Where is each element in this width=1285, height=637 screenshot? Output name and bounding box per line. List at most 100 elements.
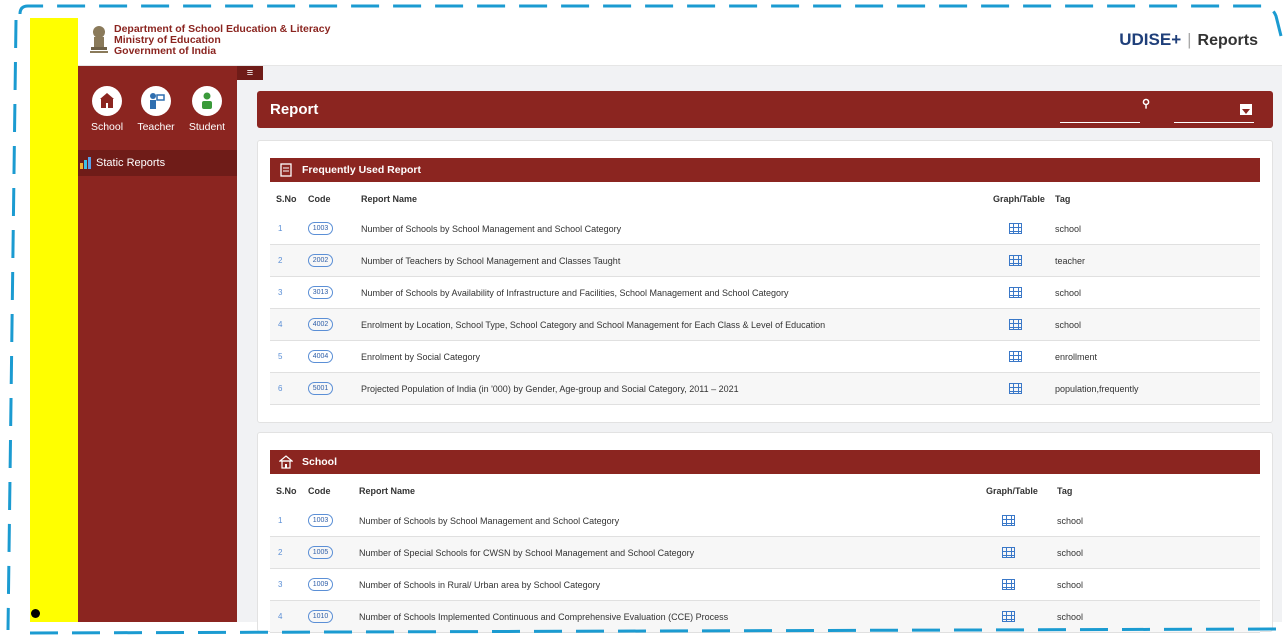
- row-sno: 1: [278, 224, 283, 233]
- report-name-link[interactable]: Number of Teachers by School Management …: [361, 256, 620, 266]
- col-sno: S.No: [276, 194, 297, 204]
- row-tag: school: [1057, 516, 1084, 526]
- col-tag: Tag: [1057, 486, 1073, 496]
- report-name-link[interactable]: Enrolment by Social Category: [361, 352, 480, 362]
- col-tag: Tag: [1055, 194, 1071, 204]
- row-sno: 1: [278, 516, 283, 525]
- report-name-link[interactable]: Number of Schools Implemented Continuous…: [359, 612, 728, 622]
- row-tag: population,frequently: [1055, 384, 1139, 394]
- frequent-report-card: Frequently Used Report S.No Code Report …: [257, 140, 1273, 423]
- col-code: Code: [308, 486, 331, 496]
- row-tag: school: [1055, 224, 1082, 234]
- row-sno: 2: [278, 256, 283, 265]
- teacher-icon: [141, 86, 171, 116]
- table-view-icon[interactable]: [1002, 611, 1015, 622]
- row-sno: 4: [278, 320, 283, 329]
- col-name: Report Name: [359, 486, 416, 496]
- school-card-title: School: [270, 450, 1260, 474]
- student-icon: [192, 86, 222, 116]
- col-sno: S.No: [276, 486, 297, 496]
- table-view-icon[interactable]: [1009, 319, 1022, 330]
- table-row[interactable]: 4 4002 Enrolment by Location, School Type,…: [270, 309, 1260, 341]
- report-code-badge[interactable]: 1003: [308, 514, 333, 527]
- table-view-icon[interactable]: [1009, 255, 1022, 266]
- hamburger-icon[interactable]: ≡: [237, 66, 263, 80]
- table-view-icon[interactable]: [1002, 579, 1015, 590]
- sidebar-category-school[interactable]: School: [82, 86, 132, 133]
- brand-name: UDISE+: [1119, 30, 1182, 49]
- search-input[interactable]: ⚲: [1060, 97, 1152, 123]
- table-header: S.No Code Report Name Graph/Table Tag: [270, 479, 1260, 503]
- report-name-link[interactable]: Number of Schools in Rural/ Urban area b…: [359, 580, 600, 590]
- row-tag: school: [1057, 612, 1084, 622]
- report-name-link[interactable]: Projected Population of India (in '000) …: [361, 384, 739, 394]
- col-graph: Graph/Table: [993, 194, 1045, 204]
- report-code-badge[interactable]: 1005: [308, 546, 333, 559]
- table-row[interactable]: 1 1003 Number of Schools by School Managem…: [270, 213, 1260, 245]
- row-tag: school: [1055, 288, 1082, 298]
- report-code-badge[interactable]: 5001: [308, 382, 333, 395]
- report-code-badge[interactable]: 2002: [308, 254, 333, 267]
- page-title: Report: [270, 101, 319, 118]
- report-code-badge[interactable]: 1003: [308, 222, 333, 235]
- national-emblem-icon: [90, 26, 108, 53]
- row-sno: 3: [278, 288, 283, 297]
- report-header-bar: Report ⚲: [257, 91, 1273, 128]
- row-tag: enrollment: [1055, 352, 1098, 362]
- row-sno: 2: [278, 548, 283, 557]
- col-code: Code: [308, 194, 331, 204]
- search-icon[interactable]: ⚲: [1142, 97, 1150, 110]
- sidebar-category-teacher[interactable]: Teacher: [131, 86, 181, 133]
- report-name-link[interactable]: Number of Schools by School Management a…: [361, 224, 621, 234]
- table-view-icon[interactable]: [1009, 223, 1022, 234]
- card-title-text: Frequently Used Report: [302, 164, 422, 176]
- table-header: S.No Code Report Name Graph/Table Tag: [270, 187, 1260, 211]
- table-row[interactable]: 3 3013 Number of Schools by Availability o…: [270, 277, 1260, 309]
- row-tag: school: [1057, 580, 1084, 590]
- table-view-icon[interactable]: [1002, 547, 1015, 558]
- table-view-icon[interactable]: [1009, 383, 1022, 394]
- school-icon: [279, 455, 293, 469]
- row-sno: 6: [278, 384, 283, 393]
- brand-logo[interactable]: UDISE+ | Reports: [1119, 30, 1258, 50]
- document-icon: [280, 163, 292, 177]
- table-row[interactable]: 3 1009 Number of Schools in Rural/ Urban a…: [270, 569, 1260, 601]
- report-code-badge[interactable]: 3013: [308, 286, 333, 299]
- card-title-text: School: [302, 456, 338, 468]
- cursor-dot: [31, 609, 40, 618]
- report-code-badge[interactable]: 4004: [308, 350, 333, 363]
- filter-select[interactable]: [1174, 97, 1258, 123]
- sidebar-item-static-reports[interactable]: Static Reports: [78, 150, 237, 176]
- yellow-strip: [30, 18, 78, 622]
- school-report-card: School S.No Code Report Name Graph/Table…: [257, 432, 1273, 633]
- school-icon: [92, 86, 122, 116]
- report-code-badge[interactable]: 4002: [308, 318, 333, 331]
- table-row[interactable]: 6 5001 Projected Population of India (in '…: [270, 373, 1260, 405]
- report-code-badge[interactable]: 1010: [308, 610, 333, 623]
- report-name-link[interactable]: Number of Special Schools for CWSN by Sc…: [359, 548, 694, 558]
- table-row[interactable]: 5 4004 Enrolment by Social Category enrollm…: [270, 341, 1260, 373]
- table-row[interactable]: 1 1003 Number of Schools by School Managem…: [270, 505, 1260, 537]
- report-name-link[interactable]: Number of Schools by Availability of Inf…: [361, 288, 789, 298]
- report-name-link[interactable]: Number of Schools by School Management a…: [359, 516, 619, 526]
- chevron-down-icon[interactable]: [1240, 104, 1252, 115]
- table-view-icon[interactable]: [1009, 351, 1022, 362]
- table-row[interactable]: 2 1005 Number of Special Schools for CWSN …: [270, 537, 1260, 569]
- frequent-card-title: Frequently Used Report: [270, 158, 1260, 182]
- table-view-icon[interactable]: [1009, 287, 1022, 298]
- report-name-link[interactable]: Enrolment by Location, School Type, Scho…: [361, 320, 825, 330]
- row-sno: 3: [278, 580, 283, 589]
- sidebar-category-label: School: [90, 121, 124, 133]
- sidebar-category-label: Student: [188, 121, 226, 133]
- row-tag: school: [1057, 548, 1084, 558]
- brand-section: Reports: [1197, 32, 1258, 49]
- table-row[interactable]: 4 1010 Number of Schools Implemented Conti…: [270, 601, 1260, 633]
- top-header: Department of School Education & Literac…: [78, 18, 1282, 66]
- sidebar-category-student[interactable]: Student: [182, 86, 232, 133]
- dept-line-3: Government of India: [114, 45, 217, 57]
- table-view-icon[interactable]: [1002, 515, 1015, 526]
- brand-separator: |: [1187, 30, 1192, 49]
- table-row[interactable]: 2 2002 Number of Teachers by School Manage…: [270, 245, 1260, 277]
- sidebar-category-label: Teacher: [137, 121, 175, 133]
- report-code-badge[interactable]: 1009: [308, 578, 333, 591]
